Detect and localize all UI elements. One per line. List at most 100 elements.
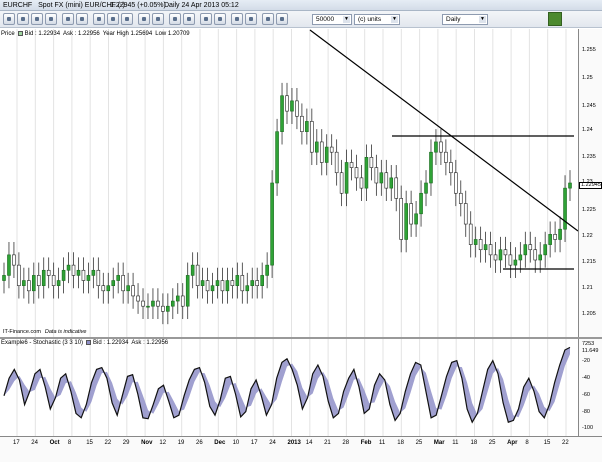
candle [131,285,135,297]
stochastic-legend-ask: Ask : 1.22956 [131,340,169,346]
stochastic-legend-label: Example6 - Stochastic (3 3 10) [1,340,84,346]
zoom-in-icon[interactable] [62,13,74,25]
y-tick: 1.225 [582,207,596,213]
candle [394,177,399,199]
candle [210,285,215,292]
candle [548,234,552,245]
y-tick: 1.21 [582,285,593,291]
candle [528,244,533,251]
refresh-icon[interactable] [214,13,226,25]
link-icon[interactable] [262,13,274,25]
x-axis-label: 8 [67,440,72,446]
y-tick: 1.215 [582,259,596,265]
candle [136,295,140,302]
layout-icon[interactable] [152,13,164,25]
candle [101,285,106,292]
price-legend-year-high: Year High 1.25694 [102,31,153,37]
candle [503,249,508,256]
x-axis-label: 25 [415,440,423,446]
stochastic-y-axis[interactable]: 7253 11.649 -20 -40 -60 -80 -100 [578,339,602,436]
x-axis-label: 24 [31,440,38,446]
candle [483,244,488,251]
candle [111,280,116,286]
text-tool-icon[interactable] [45,13,57,25]
candle [454,172,458,194]
candle [468,223,473,245]
line-type-icon[interactable] [121,13,133,25]
candle [439,141,443,153]
candle [568,182,572,189]
x-axis-label: 17 [250,440,258,446]
help-icon[interactable] [276,13,288,25]
price-grid [16,29,567,337]
candle [409,203,413,225]
candle [240,275,245,292]
candle [17,264,21,286]
candle [563,187,567,230]
quantity-select[interactable]: 50000 ▼ [312,14,352,25]
candle [156,300,160,307]
current-price-flag: 1.22945 [579,182,602,189]
horizontal-line-tool-icon[interactable] [31,13,43,25]
candle [46,269,51,276]
x-axis-label: Apr [507,440,518,446]
candle [175,295,180,302]
y-tick: 1.24 [582,127,593,133]
candle [285,95,289,112]
scroll-left-icon[interactable] [231,13,243,25]
units-select[interactable]: (c) units ▼ [354,14,400,25]
candle [295,100,299,117]
candle [106,285,111,292]
candle [270,182,274,266]
candle [339,172,344,194]
y-tick: 7253 [582,341,595,347]
candle [444,151,448,163]
candle [41,269,46,286]
scroll-right-icon[interactable] [245,13,257,25]
print-icon[interactable] [169,13,181,25]
resistance-trendline[interactable] [309,29,578,232]
candle [329,146,334,153]
candle [434,141,438,153]
candle [200,280,205,286]
candle [36,275,41,286]
candle [56,280,61,286]
date-x-axis[interactable]: 17 24 Oct 8 15 22 29 Nov 12 19 26 Dec 10 17 24 2013 14 21… [0,436,602,462]
x-axis-label: 14 [305,440,313,446]
x-axis-label: 22 [104,440,112,446]
candle [141,300,145,307]
x-axis-label: 2013 [287,440,301,446]
candlestick-type-icon[interactable] [93,13,105,25]
interval-select[interactable]: Daily ▼ [442,14,488,25]
candle [374,167,379,184]
x-axis-label: 28 [342,440,350,446]
price-legend-label: Price [1,31,15,37]
candle [429,151,433,184]
period-info: Daily 24 Apr 2013 05:12 [164,2,239,9]
candle [205,280,210,292]
candle [22,280,26,286]
candle [449,162,453,174]
save-icon[interactable] [183,13,195,25]
candle [364,157,369,189]
crosshair-tool-icon[interactable] [3,13,15,25]
candle [76,269,81,276]
indicator-icon[interactable] [138,13,150,25]
chart-thumbnail-icon[interactable] [548,12,562,26]
candle [161,305,165,312]
zoom-out-icon[interactable] [76,13,88,25]
candle [523,244,528,256]
trendline-tool-icon[interactable] [17,13,29,25]
y-tick: 1.255 [582,47,596,53]
x-axis-label: 18 [470,440,478,446]
candle [533,249,538,261]
candle [86,275,91,281]
bar-type-icon[interactable] [107,13,119,25]
x-axis-label: 10 [232,440,240,446]
chart-toolbar: 50000 ▼ (c) units ▼ Daily ▼ [0,11,602,28]
properties-icon[interactable] [200,13,212,25]
x-axis-label: 18 [397,440,404,446]
candle [230,280,235,286]
x-axis-label: 26 [196,440,203,446]
chevron-down-icon: ▼ [479,16,486,23]
